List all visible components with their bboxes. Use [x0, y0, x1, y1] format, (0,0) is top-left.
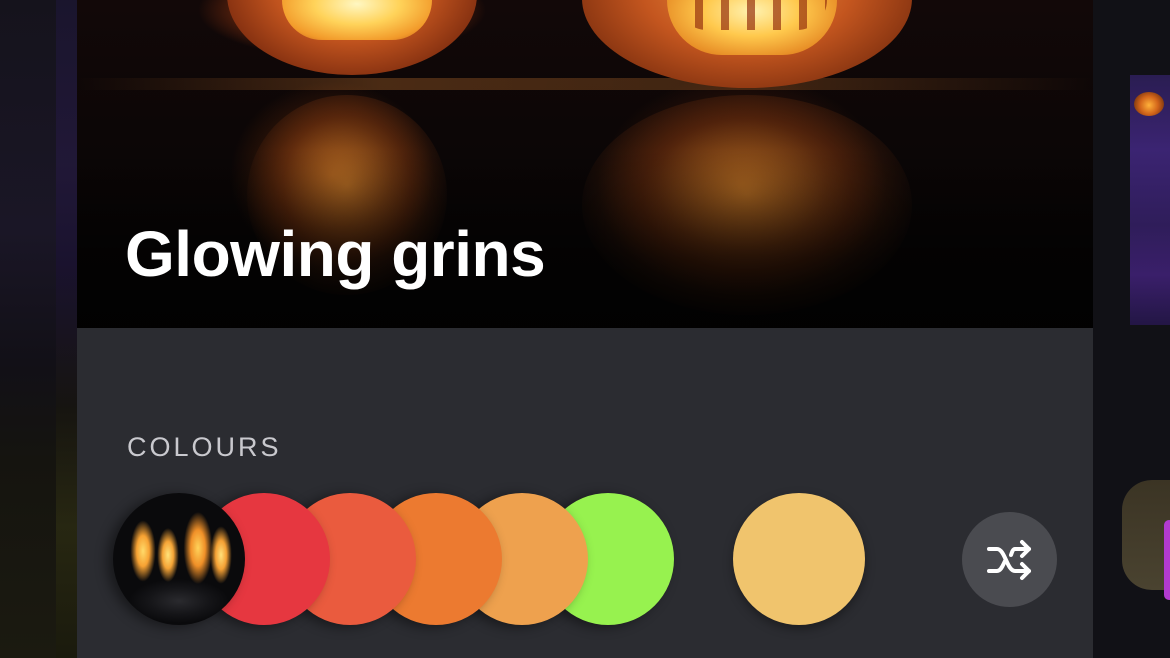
next-card-accent	[1164, 520, 1170, 600]
hero-image: Glowing grins	[77, 0, 1093, 328]
pumpkin-left-grin	[282, 0, 432, 40]
next-card-peek[interactable]	[1092, 0, 1170, 658]
colours-label: COLOURS	[127, 432, 282, 462]
next-card-lower-image	[1122, 480, 1170, 590]
hero-floor	[77, 78, 1093, 90]
previous-card-image	[56, 0, 78, 658]
shuffle-icon	[986, 539, 1031, 580]
previous-card-peek[interactable]	[0, 0, 78, 658]
theme-card: Glowing grins COLOURS	[77, 0, 1093, 658]
card-title: Glowing grins	[125, 218, 546, 290]
next-card-pumpkin	[1134, 92, 1164, 116]
screen: Glowing grins COLOURS	[0, 0, 1170, 658]
selected-colour-swatch[interactable]	[733, 493, 865, 625]
photo-colour-swatch[interactable]	[113, 493, 245, 625]
pumpkin-right-teeth	[677, 0, 827, 30]
shuffle-button[interactable]	[962, 512, 1057, 607]
